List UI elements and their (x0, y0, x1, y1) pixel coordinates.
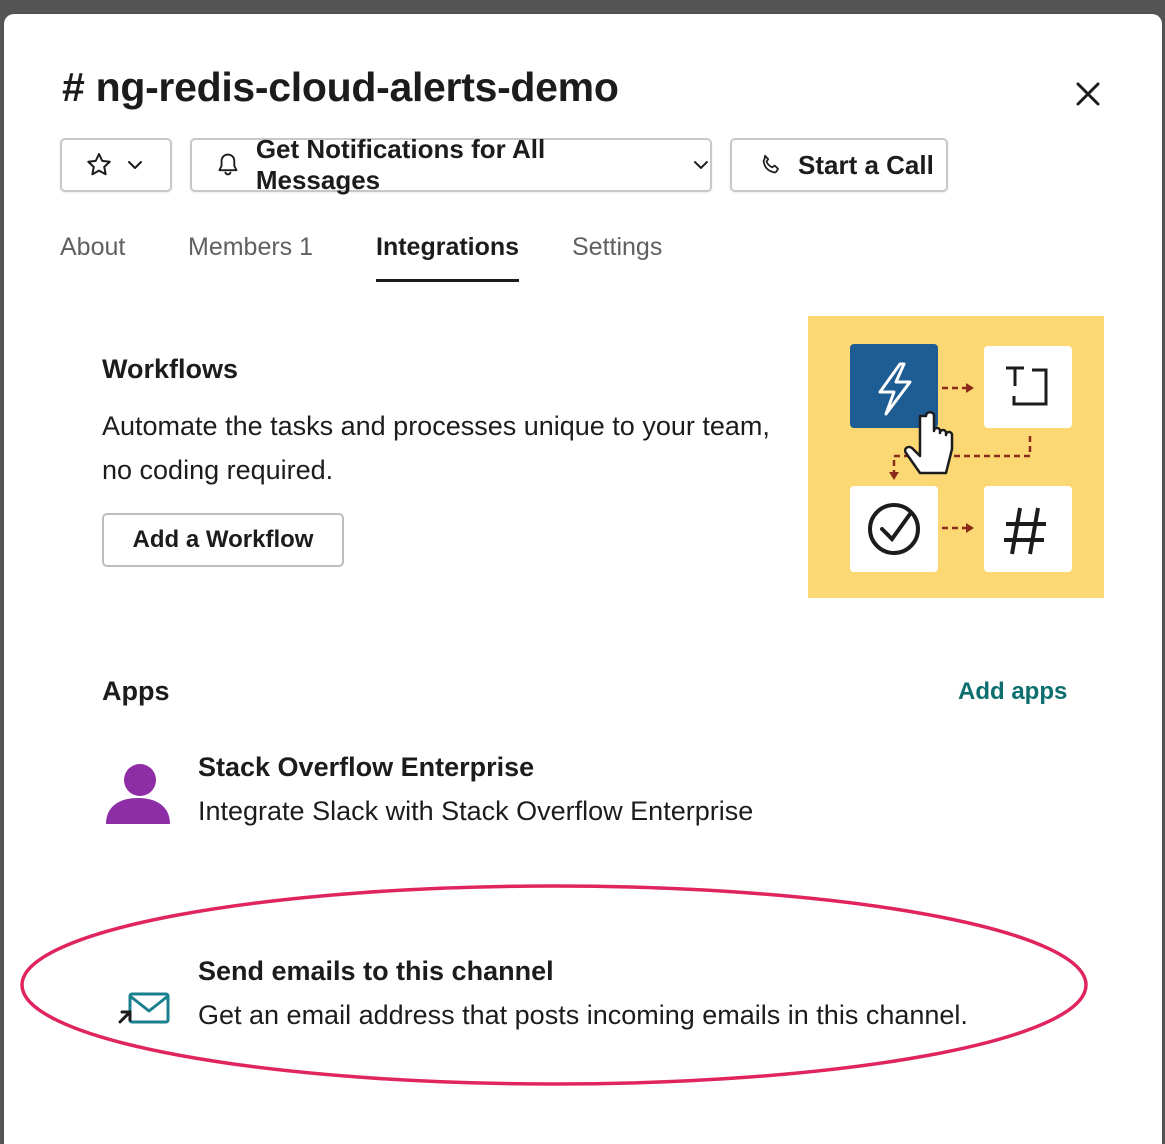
add-apps-link[interactable]: Add apps (958, 678, 1067, 706)
chevron-down-icon (128, 161, 142, 169)
workflows-description: Automate the tasks and processes unique … (102, 411, 770, 485)
workflow-illustration (808, 316, 1104, 598)
app-item-send-emails[interactable]: Send emails to this channel Get an email… (102, 956, 1062, 1046)
tab-bar: About Members 1 Integrations Settings (60, 226, 1110, 282)
bell-icon (218, 153, 238, 176)
close-icon[interactable] (1070, 76, 1106, 112)
app-name: Send emails to this channel (198, 956, 554, 986)
start-call-label: Start a Call (798, 149, 934, 180)
add-workflow-button[interactable]: Add a Workflow (102, 513, 344, 567)
tab-settings[interactable]: Settings (572, 226, 662, 282)
tab-about[interactable]: About (60, 226, 125, 282)
chevron-down-icon (694, 161, 709, 169)
star-button[interactable] (60, 138, 172, 192)
apps-heading: Apps (102, 676, 170, 706)
start-call-button[interactable]: Start a Call (730, 138, 948, 192)
notifications-label: Get Notifications for All Messages (255, 134, 546, 195)
tab-members[interactable]: Members 1 (188, 226, 313, 282)
star-icon (87, 153, 111, 176)
email-forward-icon (118, 992, 170, 1024)
page-title: # ng-redis-cloud-alerts-demo (62, 64, 619, 110)
tab-integrations[interactable]: Integrations (376, 226, 520, 282)
channel-details-modal: # ng-redis-cloud-alerts-demo Get Notific… (4, 14, 1162, 1144)
app-description: Integrate Slack with Stack Overflow Ente… (198, 796, 754, 826)
app-name: Stack Overflow Enterprise (198, 752, 535, 782)
phone-icon (762, 154, 779, 174)
app-item-stack-overflow[interactable]: Stack Overflow Enterprise Integrate Slac… (102, 752, 1062, 842)
app-description: Get an email address that posts incoming… (198, 1000, 968, 1030)
workflows-heading: Workflows (102, 354, 239, 384)
notifications-button[interactable]: Get Notifications for All Messages (190, 134, 712, 195)
user-avatar-icon (106, 764, 170, 824)
